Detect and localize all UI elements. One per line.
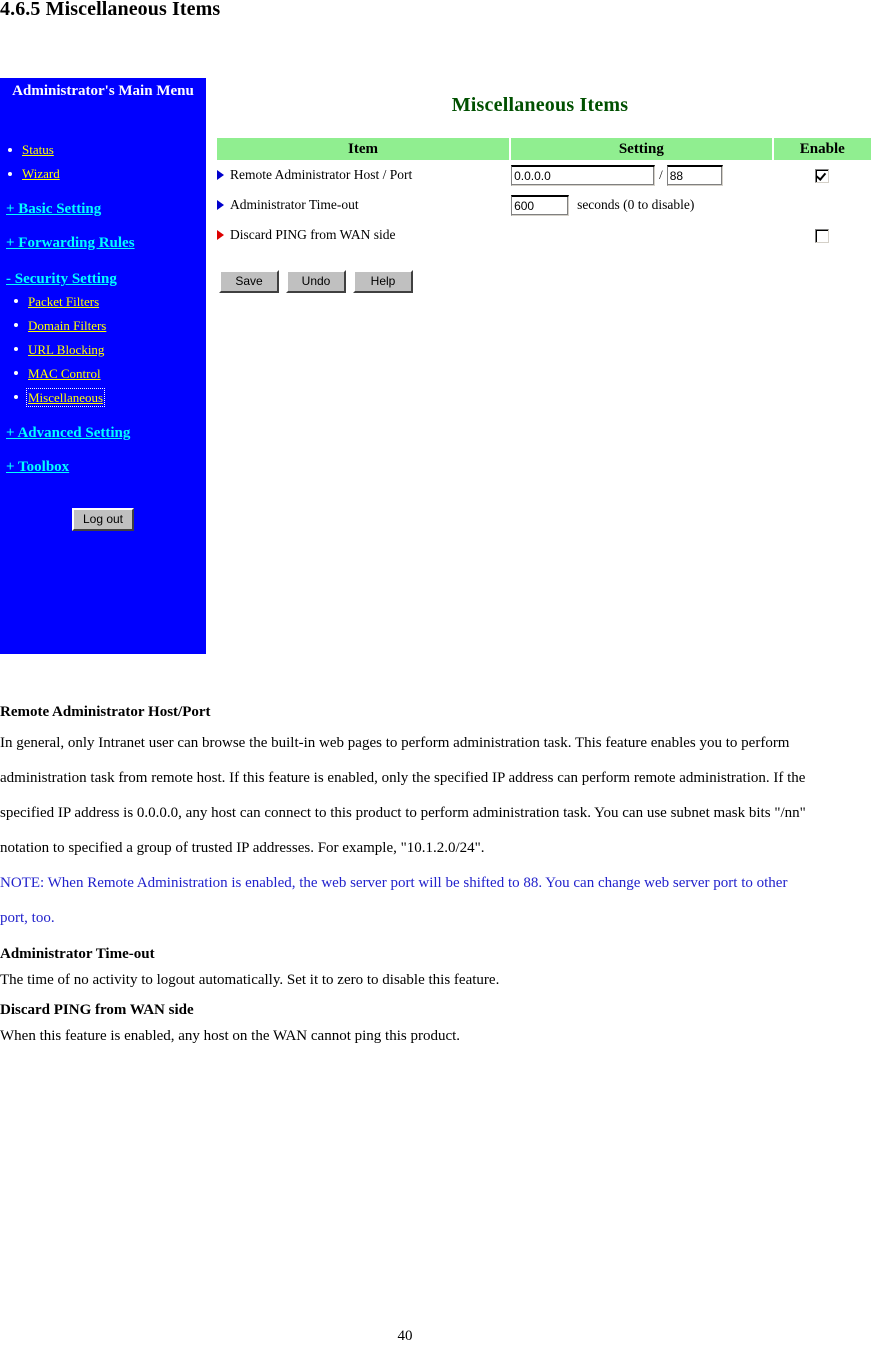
triangle-bullet-icon — [217, 230, 224, 240]
sidebar-item-miscellaneous[interactable]: Miscellaneous — [0, 386, 206, 410]
sidebar-group-toolbox[interactable]: + Toolbox — [0, 456, 206, 478]
sidebar-item-domain-filters[interactable]: Domain Filters — [0, 314, 206, 338]
row-label-admin-timeout: Administrator Time-out — [217, 190, 510, 220]
sidebar-item-label[interactable]: Packet Filters — [28, 294, 99, 309]
desc-note: NOTE: When Remote Administration is enab… — [0, 875, 788, 926]
sidebar-group-forwarding-rules[interactable]: + Forwarding Rules — [0, 232, 206, 254]
row-enable-discard-ping — [773, 220, 871, 250]
sidebar-item-label[interactable]: Domain Filters — [28, 318, 106, 333]
sidebar-item-label[interactable]: MAC Control — [28, 366, 101, 381]
sidebar-group-label[interactable]: + Advanced Setting — [6, 425, 130, 441]
sidebar-item-url-blocking[interactable]: URL Blocking — [0, 338, 206, 362]
triangle-bullet-icon — [217, 200, 224, 210]
undo-button[interactable]: Undo — [286, 270, 346, 293]
sidebar: Administrator's Main Menu Status Wizard … — [0, 78, 206, 654]
row-setting-remote-admin: 0.0.0.0/88 — [511, 160, 772, 190]
row-setting-admin-timeout: 600 seconds (0 to disable) — [511, 190, 772, 220]
admin-timeout-input[interactable]: 600 — [511, 194, 570, 216]
sidebar-group-basic-setting[interactable]: + Basic Setting — [0, 198, 206, 220]
description-section: Remote Administrator Host/Port In genera… — [0, 702, 876, 1056]
row-label-text: Remote Administrator Host / Port — [230, 167, 413, 182]
desc-body-admin-timeout: The time of no activity to logout automa… — [0, 972, 500, 988]
sidebar-security-items: Packet Filters Domain Filters URL Blocki… — [0, 290, 206, 410]
help-button[interactable]: Help — [353, 270, 413, 293]
save-button[interactable]: Save — [219, 270, 279, 293]
sidebar-group-label[interactable]: + Forwarding Rules — [6, 235, 135, 251]
column-header-item: Item — [217, 138, 510, 160]
remote-admin-enable-checkbox[interactable] — [815, 168, 830, 183]
row-label-remote-admin: Remote Administrator Host / Port — [217, 160, 510, 190]
logout-container: Log out — [0, 508, 206, 531]
sidebar-title: Administrator's Main Menu — [12, 83, 194, 99]
page-number: 40 — [397, 1328, 413, 1344]
sidebar-item-label[interactable]: Wizard — [22, 166, 60, 181]
logout-button[interactable]: Log out — [71, 508, 135, 531]
column-header-enable: Enable — [773, 138, 871, 160]
sidebar-item-label[interactable]: URL Blocking — [28, 342, 104, 357]
desc-body-remote-admin: In general, only Intranet user can brows… — [0, 735, 806, 856]
router-admin-screenshot: Administrator's Main Menu Status Wizard … — [0, 78, 876, 654]
sidebar-group-security-setting[interactable]: - Security Setting — [0, 268, 206, 290]
miscellaneous-items-table: Item Setting Enable Remote Administrator… — [215, 138, 873, 250]
sidebar-item-mac-control[interactable]: MAC Control — [0, 362, 206, 386]
sidebar-item-packet-filters[interactable]: Packet Filters — [0, 290, 206, 314]
admin-timeout-unit-label: seconds (0 to disable) — [577, 197, 695, 212]
row-enable-remote-admin — [773, 160, 871, 190]
sidebar-item-wizard[interactable]: Wizard — [0, 162, 206, 186]
column-header-setting: Setting — [511, 138, 772, 160]
row-label-text: Administrator Time-out — [230, 197, 359, 212]
sidebar-group-label[interactable]: + Toolbox — [6, 459, 69, 475]
discard-ping-enable-checkbox[interactable] — [815, 228, 830, 243]
remote-admin-port-input[interactable]: 88 — [666, 164, 723, 186]
form-button-row: Save Undo Help — [219, 270, 420, 293]
desc-heading-discard-ping: Discard PING from WAN side — [0, 1002, 194, 1018]
row-enable-admin-timeout — [773, 190, 871, 220]
sidebar-item-label[interactable]: Status — [22, 142, 54, 157]
table-row: Remote Administrator Host / Port 0.0.0.0… — [217, 160, 871, 190]
host-port-separator: / — [659, 167, 663, 182]
sidebar-top-items: Status Wizard — [0, 138, 206, 186]
desc-heading-remote-admin: Remote Administrator Host/Port — [0, 704, 211, 720]
desc-body-discard-ping: When this feature is enabled, any host o… — [0, 1028, 461, 1044]
sidebar-item-label[interactable]: Miscellaneous — [25, 388, 106, 407]
table-row: Administrator Time-out 600 seconds (0 to … — [217, 190, 871, 220]
main-panel: Miscellaneous Items Item Setting Enable … — [206, 78, 876, 654]
desc-heading-admin-timeout: Administrator Time-out — [0, 946, 155, 962]
remote-admin-host-input[interactable]: 0.0.0.0 — [511, 164, 656, 186]
row-label-discard-ping: Discard PING from WAN side — [217, 220, 510, 250]
sidebar-group-label[interactable]: + Basic Setting — [6, 201, 101, 217]
triangle-bullet-icon — [217, 170, 224, 180]
table-body: Remote Administrator Host / Port 0.0.0.0… — [217, 160, 871, 250]
sidebar-nav: Status Wizard + Basic Setting + Forwardi… — [0, 138, 206, 478]
sidebar-group-advanced-setting[interactable]: + Advanced Setting — [0, 422, 206, 444]
panel-title: Miscellaneous Items — [451, 94, 629, 116]
sidebar-item-status[interactable]: Status — [0, 138, 206, 162]
row-label-text: Discard PING from WAN side — [230, 227, 396, 242]
table-row: Discard PING from WAN side — [217, 220, 871, 250]
sidebar-group-label[interactable]: - Security Setting — [6, 271, 117, 287]
row-setting-discard-ping — [511, 220, 772, 250]
table-header-row: Item Setting Enable — [217, 138, 871, 160]
page-title: 4.6.5 Miscellaneous Items — [0, 0, 221, 20]
table-head: Item Setting Enable — [217, 138, 871, 160]
